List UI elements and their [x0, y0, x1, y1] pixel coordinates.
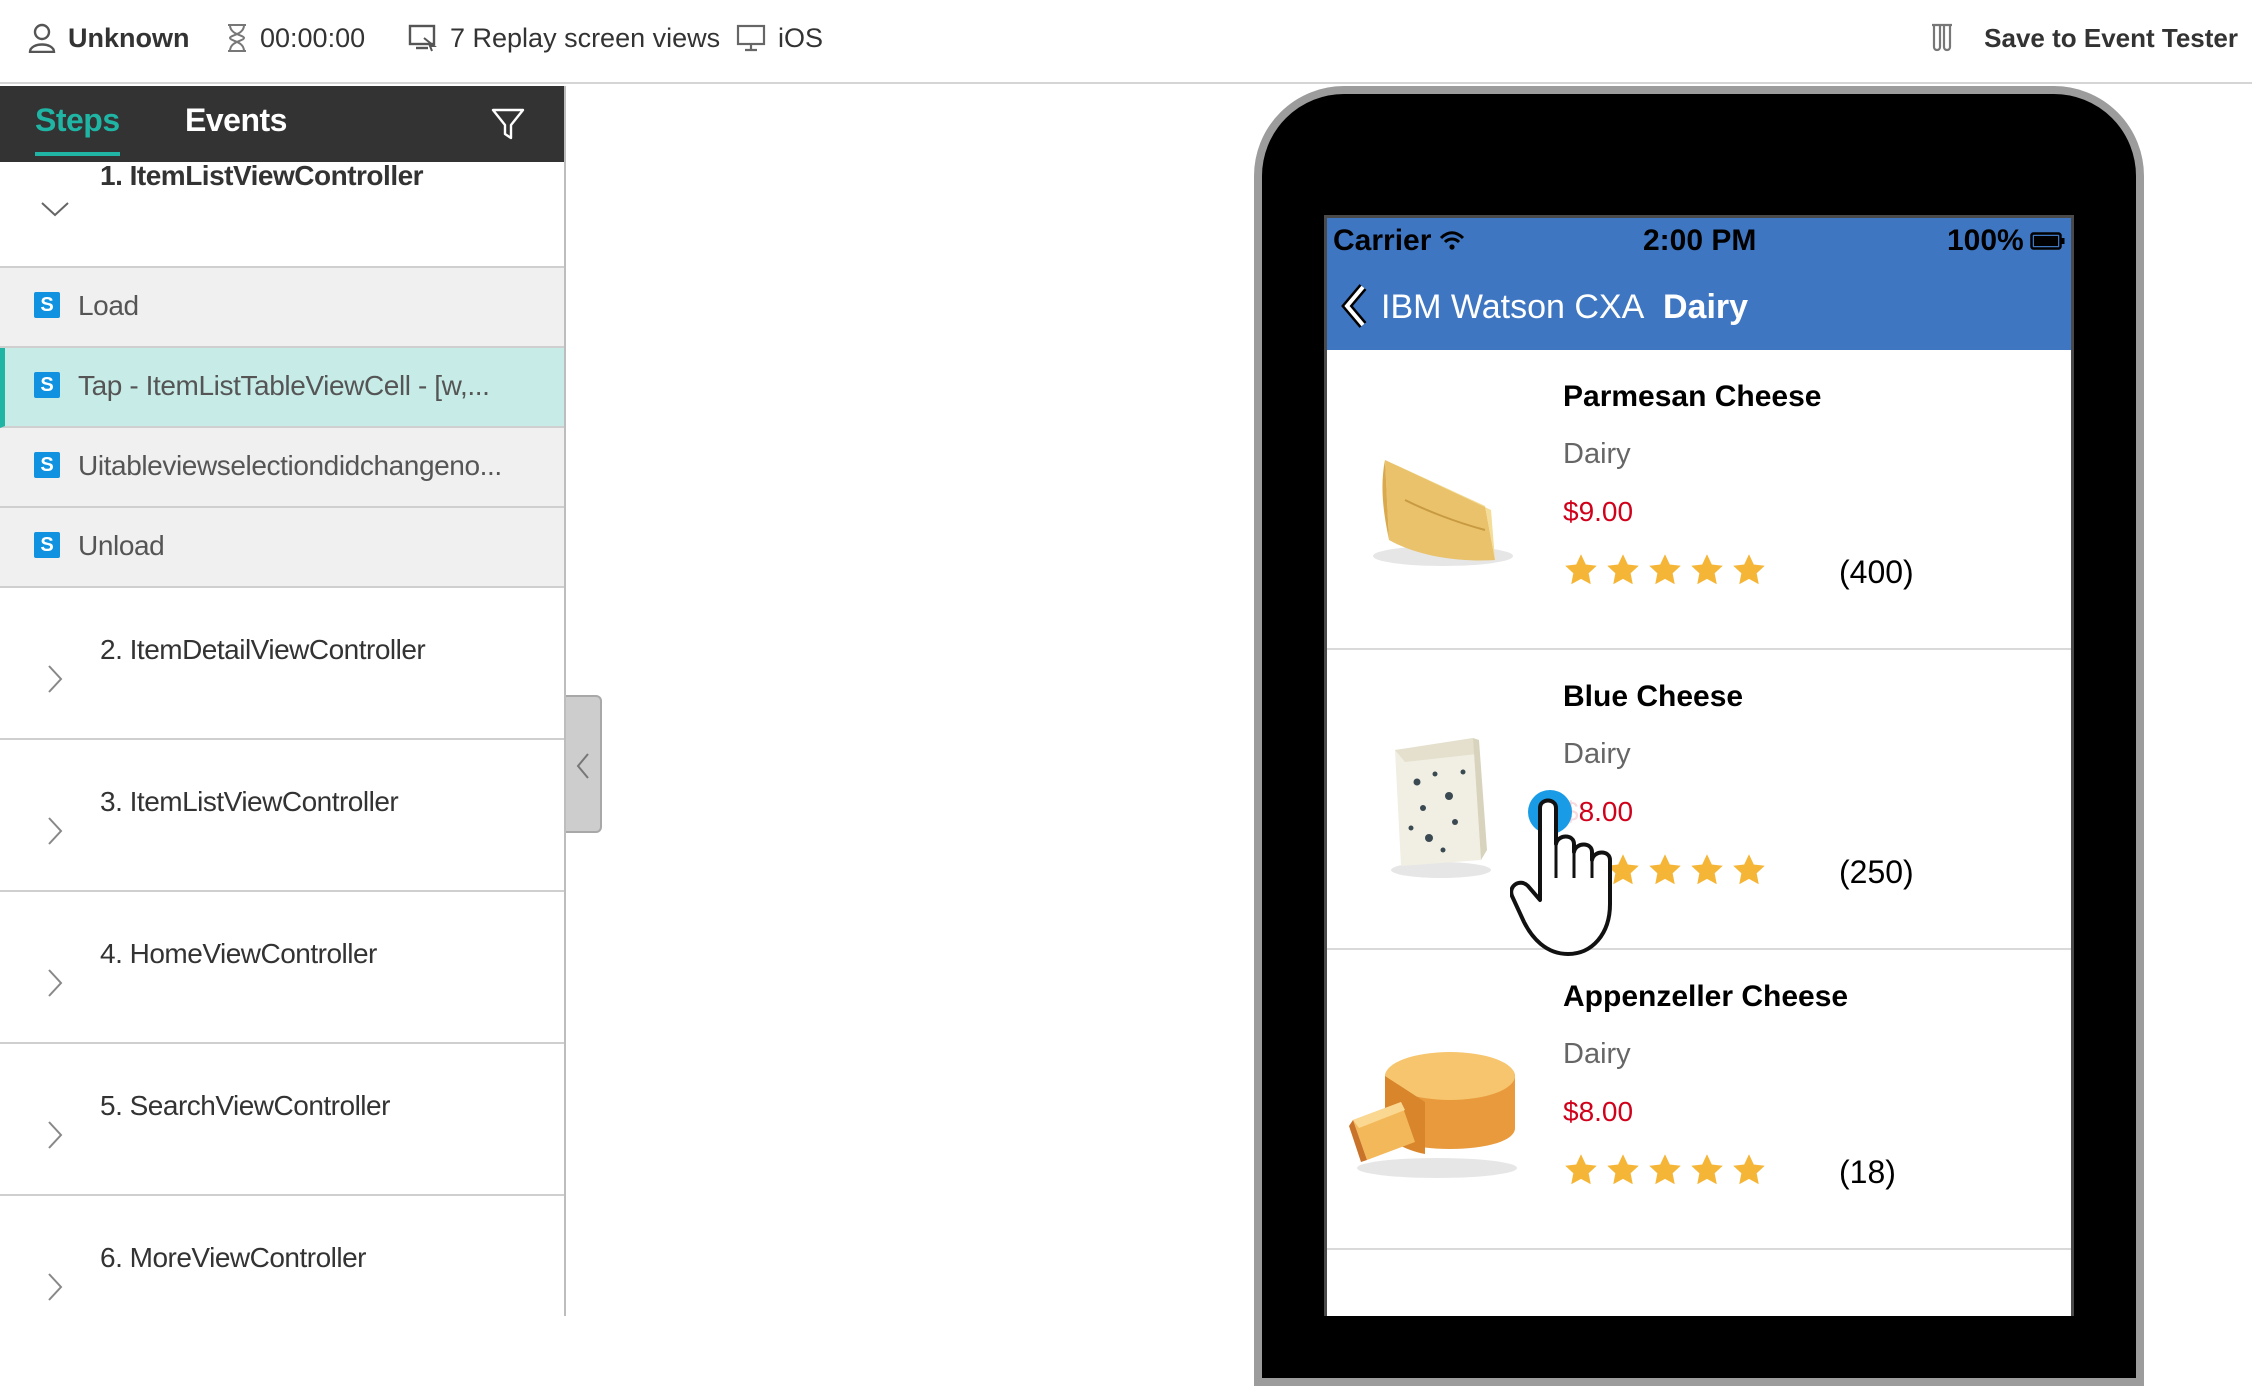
active-tab-indicator [35, 152, 120, 156]
ios-navbar: Carrier 2:00 PM 100% IBM Watson CXA Dair… [1327, 218, 2071, 350]
review-count: (18) [1839, 1154, 1896, 1190]
replay-views: 7 Replay screen views [408, 18, 720, 58]
product-category: Dairy [1563, 438, 1631, 470]
chevron-right-icon[interactable] [40, 816, 70, 846]
product-row[interactable]: Appenzeller Cheese Dairy $8.00 (18) [1327, 950, 2071, 1250]
product-category: Dairy [1563, 738, 1631, 770]
carrier-text: Carrier [1333, 224, 1432, 257]
star-icon [1691, 854, 1723, 885]
appenzeller-image [1349, 1052, 1517, 1178]
step-title: 6. MoreViewController [100, 1242, 367, 1273]
session-toolbar: Unknown 00:00:00 7 Replay screen views i… [0, 0, 2252, 84]
user-name: Unknown [68, 22, 190, 53]
status-time: 2:00 PM [1643, 224, 1757, 257]
user-icon [28, 23, 56, 53]
session-user: Unknown [28, 18, 190, 58]
star-icon [1733, 554, 1765, 585]
back-button-label[interactable]: IBM Watson CXA [1381, 288, 1644, 327]
tab-events[interactable]: Events [185, 102, 287, 139]
star-icon [1607, 1154, 1639, 1185]
product-name: Blue Cheese [1563, 680, 1744, 713]
hourglass-icon [228, 24, 246, 52]
event-row-selection-change[interactable]: S Uitableviewselectiondidchangeno... [0, 428, 564, 508]
chevron-left-icon [576, 753, 589, 779]
step-item-4[interactable]: 4. HomeViewController [0, 892, 564, 1044]
star-icon [1649, 1154, 1681, 1185]
tap-hand-icon [1510, 782, 1612, 956]
duration-text: 00:00:00 [260, 22, 366, 53]
rating-stars [1563, 552, 1767, 588]
status-carrier: Carrier [1333, 224, 1465, 258]
product-name: Appenzeller Cheese [1563, 980, 1849, 1013]
step-item-6[interactable]: 6. MoreViewController [0, 1196, 564, 1316]
step-title: 1. ItemListViewController [100, 160, 424, 191]
monitor-icon [736, 24, 766, 52]
save-label: Save to Event Tester [1984, 22, 2238, 53]
star-icon [1691, 1154, 1723, 1185]
step-item-1[interactable]: 1. ItemListViewController [0, 160, 564, 268]
step-title: 2. ItemDetailViewController [100, 634, 426, 665]
test-tubes-icon [1932, 23, 1953, 52]
star-icon [1607, 554, 1639, 585]
step-title: 5. SearchViewController [100, 1090, 390, 1121]
status-battery: 100% [1947, 224, 2066, 258]
star-icon [1649, 554, 1681, 585]
back-chevron-icon[interactable] [1339, 284, 1369, 328]
collapse-panel-handle[interactable] [566, 695, 602, 833]
star-icon [1565, 554, 1597, 585]
star-icon [1733, 854, 1765, 885]
step-item-3[interactable]: 3. ItemListViewController [0, 740, 564, 892]
steps-panel: Steps Events 1. ItemListViewController S… [0, 86, 566, 1316]
session-duration: 00:00:00 [226, 18, 365, 58]
review-count: (250) [1839, 854, 1914, 890]
panel-tabs: Steps Events [0, 86, 564, 162]
product-row[interactable]: Blue Cheese Dairy $8.00 (250) [1327, 650, 2071, 950]
event-label: Unload [78, 530, 165, 561]
product-category: Dairy [1563, 1038, 1631, 1070]
chevron-right-icon[interactable] [40, 1120, 70, 1150]
event-row-unload[interactable]: S Unload [0, 508, 564, 588]
screen-event-badge: S [34, 292, 60, 318]
platform-text: iOS [778, 22, 824, 53]
platform: iOS [736, 18, 823, 58]
blue-cheese-image [1391, 738, 1491, 878]
battery-text: 100% [1947, 224, 2024, 257]
rating-stars [1563, 1152, 1767, 1188]
event-row-load[interactable]: S Load [0, 268, 564, 348]
save-to-event-tester-button[interactable]: Save to Event Tester [1930, 18, 2238, 58]
tab-steps[interactable]: Steps [35, 102, 120, 139]
replay-views-text: 7 Replay screen views [450, 22, 721, 53]
screen-views-icon [408, 24, 437, 52]
step-item-2[interactable]: 2. ItemDetailViewController [0, 588, 564, 740]
chevron-right-icon[interactable] [40, 664, 70, 694]
product-price: $9.00 [1563, 496, 1634, 527]
step-title: 3. ItemListViewController [100, 786, 399, 817]
parmesan-image [1373, 460, 1513, 566]
star-icon [1565, 1154, 1597, 1185]
nav-title: Dairy [1663, 288, 1749, 326]
screen-event-badge: S [34, 372, 60, 398]
wifi-icon [1440, 231, 1465, 250]
event-row-tap[interactable]: S Tap - ItemListTableViewCell - [w,... [0, 348, 564, 428]
screen-event-badge: S [34, 532, 60, 558]
product-price: $8.00 [1563, 1096, 1634, 1127]
star-icon [1733, 1154, 1765, 1185]
chevron-down-icon[interactable] [40, 194, 70, 224]
battery-icon [2029, 232, 2065, 250]
star-icon [1691, 554, 1723, 585]
event-label: Tap - ItemListTableViewCell - [w,... [78, 370, 490, 401]
chevron-right-icon[interactable] [40, 968, 70, 998]
product-row[interactable]: Parmesan Cheese Dairy $9.00 (400) [1327, 350, 2071, 650]
replay-screen: Carrier 2:00 PM 100% IBM Watson CXA Dair… [1324, 215, 2074, 1316]
event-label: Load [78, 290, 139, 321]
event-label: Uitableviewselectiondidchangeno... [78, 450, 502, 481]
review-count: (400) [1839, 554, 1914, 590]
chevron-right-icon[interactable] [40, 1272, 70, 1302]
step-item-5[interactable]: 5. SearchViewController [0, 1044, 564, 1196]
product-name: Parmesan Cheese [1563, 380, 1822, 413]
steps-list: 1. ItemListViewController S Load S Tap -… [0, 160, 564, 1316]
step-title: 4. HomeViewController [100, 938, 377, 969]
filter-icon[interactable] [490, 106, 526, 142]
screen-event-badge: S [34, 452, 60, 478]
